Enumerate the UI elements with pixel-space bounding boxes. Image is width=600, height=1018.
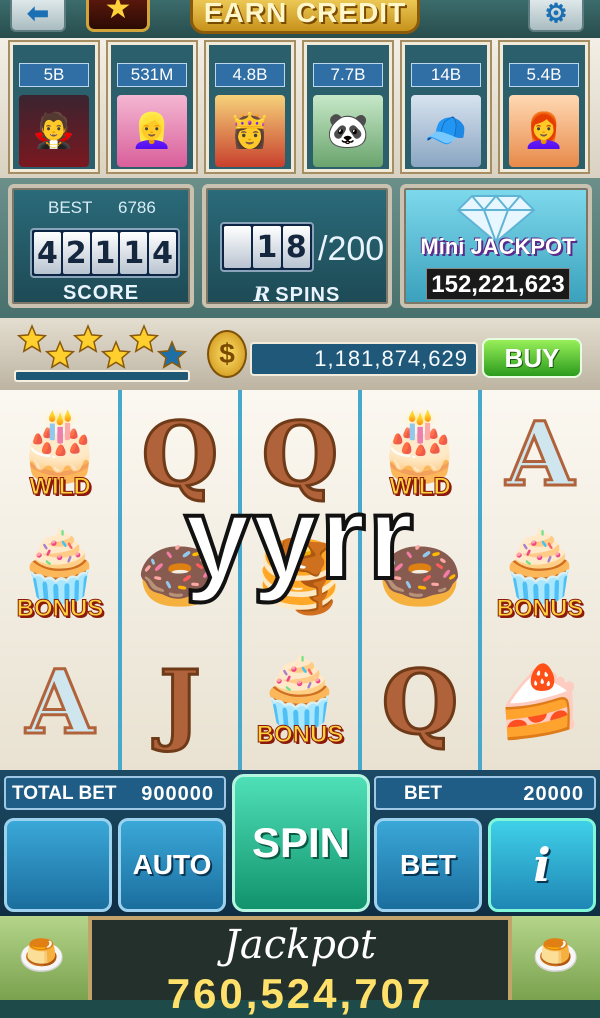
jackpot-title: Jackpot — [223, 922, 377, 968]
back-arrow-icon: ⬅ — [27, 0, 49, 28]
mini-jackpot-value: 152,221,623 — [426, 268, 570, 300]
chocolate-cake-symbol: 🍰 — [486, 644, 594, 760]
spins-total: /200 — [318, 230, 385, 268]
best-value: 6786 — [118, 198, 156, 217]
r-logo-icon: R — [253, 282, 272, 306]
bet-value: 20000 — [523, 783, 584, 805]
star-rank-icon: ★ — [104, 0, 132, 25]
bonus-tea-stand-symbol: 🧁 BONUS — [246, 644, 354, 760]
player-credit: 531M — [117, 63, 187, 87]
buy-button[interactable]: BUY — [482, 338, 582, 378]
jackpot-value: 760,524,707 — [166, 970, 434, 1017]
gear-icon: ⚙ — [544, 0, 568, 28]
earn-credit-button[interactable]: EARN CREDIT — [190, 0, 420, 34]
score-digit: 1 — [91, 232, 119, 274]
settings-button[interactable]: ⚙ — [528, 0, 584, 32]
letter-j-symbol: J — [126, 644, 234, 760]
star-filled-icon — [128, 324, 160, 353]
total-bet-label: TOTAL BET — [12, 783, 117, 804]
player-credit: 5B — [19, 63, 89, 87]
score-digit: 4 — [149, 232, 176, 274]
spins-label: R SPINS — [206, 282, 388, 307]
empty-control-button[interactable] — [4, 818, 112, 912]
spins-label-text: SPINS — [275, 284, 341, 306]
symbol-tag: BONUS — [256, 721, 344, 749]
stats-panels: BEST 6786 4 2 1 1 4 SCORE 1 8 /200 R SPIN… — [0, 178, 600, 318]
spins-digit: 1 — [253, 226, 281, 268]
star-empty-icon — [156, 340, 188, 369]
blonde-girl-avatar: 👱‍♀️ — [117, 95, 187, 167]
player-card[interactable]: 5B 🧛 — [10, 42, 98, 172]
info-button[interactable]: i — [488, 818, 596, 912]
spins-panel: 1 8 /200 R SPINS — [202, 184, 392, 308]
letter-q-symbol: Q — [366, 644, 474, 760]
player-card[interactable]: 14B 🧢 — [402, 42, 490, 172]
player-credit: 4.8B — [215, 63, 285, 87]
letter-a-symbol: A — [6, 644, 114, 760]
spin-button[interactable]: SPIN — [232, 774, 370, 912]
players-row: 5B 🧛 531M 👱‍♀️ 4.8B 👸 7.7B 🐼 14B 🧢 5.4B … — [0, 38, 600, 178]
top-bar: ⬅ ★ EARN CREDIT ⚙ — [0, 0, 600, 40]
best-label: BEST — [48, 198, 93, 217]
bet-button[interactable]: BET — [374, 818, 482, 912]
panda-avatar: 🐼 — [313, 95, 383, 167]
total-bet-display: TOTAL BET 900000 — [4, 776, 226, 810]
star-filled-icon — [44, 340, 76, 369]
star-filled-icon — [16, 324, 48, 353]
auto-button[interactable]: AUTO — [118, 818, 226, 912]
player-card[interactable]: 531M 👱‍♀️ — [108, 42, 196, 172]
back-button[interactable]: ⬅ — [10, 0, 66, 32]
meringue-icon: 🍮 — [532, 935, 580, 977]
spins-digit: 8 — [282, 226, 310, 268]
redhead-girl-avatar: 👩‍🦰 — [509, 95, 579, 167]
meringue-icon: 🍮 — [18, 935, 66, 977]
jackpot-board: Jackpot 760,524,707 — [88, 916, 512, 1017]
tea-stand-icon: 🧁 — [256, 653, 344, 731]
spins-counter: 1 8 — [220, 222, 314, 272]
player-card[interactable]: 7.7B 🐼 — [304, 42, 392, 172]
score-digit: 4 — [34, 232, 61, 274]
jackpot-row: 🍮 🍮 Jackpot 760,524,707 — [0, 916, 600, 1017]
cap-boy-avatar: 🧢 — [411, 95, 481, 167]
mini-jackpot-title: Mini JACKPOT — [420, 234, 576, 259]
player-card[interactable]: 5.4B 👩‍🦰 — [500, 42, 588, 172]
symbol-letter: A — [24, 650, 95, 754]
player-credit: 5.4B — [509, 63, 579, 87]
player-card[interactable]: 4.8B 👸 — [206, 42, 294, 172]
score-digit: 1 — [120, 232, 148, 274]
player-credit: 7.7B — [313, 63, 383, 87]
star-filled-icon — [100, 340, 132, 369]
score-counter: 4 2 1 1 4 — [30, 228, 180, 278]
score-digit: 2 — [62, 232, 90, 274]
symbol-letter: Q — [380, 650, 460, 754]
bet-label: BET — [404, 783, 442, 804]
princess-avatar: 👸 — [215, 95, 285, 167]
level-progress-bar — [14, 370, 190, 382]
rank-badge[interactable]: ★ — [86, 0, 150, 32]
total-bet-value: 900000 — [141, 783, 214, 805]
level-coin-bar: $ 1,181,874,629 BUY — [0, 318, 600, 390]
score-label: SCORE — [62, 282, 140, 304]
mini-jackpot-panel: Mini JACKPOT 152,221,623 — [400, 184, 592, 308]
vampire-avatar: 🧛 — [19, 95, 89, 167]
coin-balance: 1,181,874,629 — [250, 342, 478, 376]
overlay-text: yyrr — [182, 470, 416, 606]
spins-digit — [224, 226, 252, 268]
coin-icon: $ — [207, 330, 247, 378]
bet-display: BET 20000 — [374, 776, 596, 810]
player-credit: 14B — [411, 63, 481, 87]
chocolate-cake-icon: 🍰 — [496, 663, 584, 741]
symbol-letter: J — [158, 650, 203, 754]
score-panel: BEST 6786 4 2 1 1 4 SCORE — [8, 184, 194, 308]
star-filled-icon — [72, 324, 104, 353]
